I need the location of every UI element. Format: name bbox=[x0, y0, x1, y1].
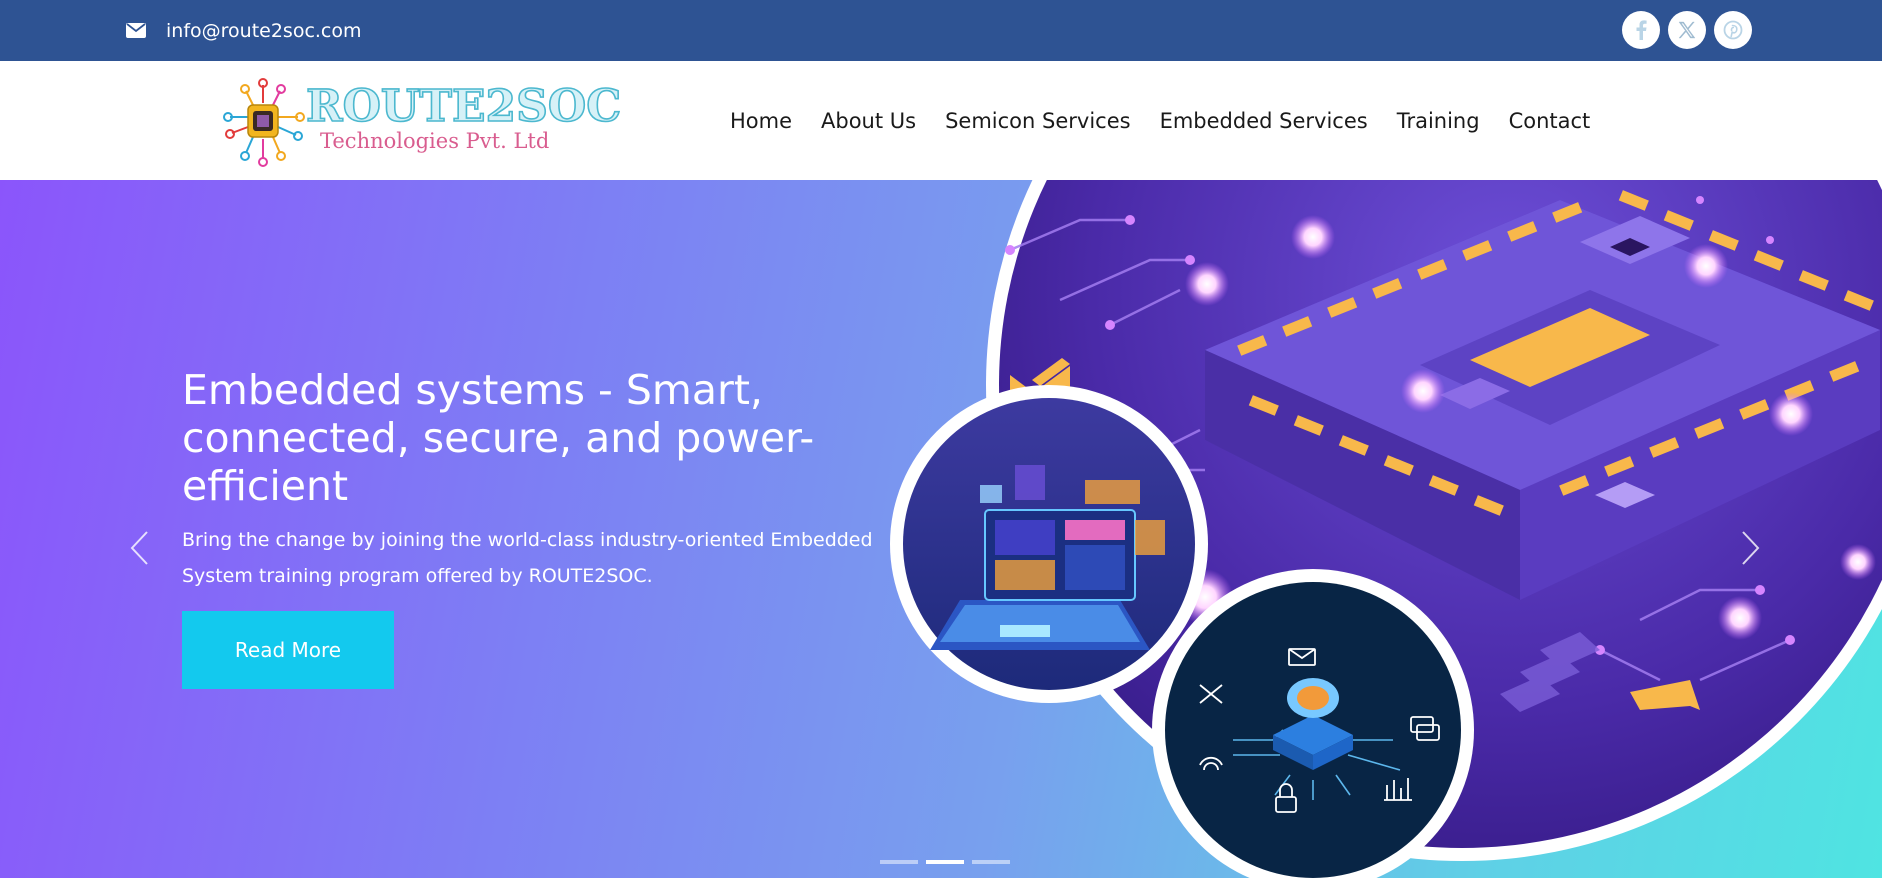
brand-subtitle: Technologies Pvt. Ltd bbox=[320, 129, 550, 153]
nav-about-us[interactable]: About Us bbox=[821, 109, 916, 133]
nav-home[interactable]: Home bbox=[730, 109, 792, 133]
read-more-button[interactable]: Read More bbox=[182, 611, 394, 689]
facebook-link[interactable] bbox=[1622, 11, 1660, 49]
x-link[interactable] bbox=[1668, 11, 1706, 49]
chevron-right-icon bbox=[1742, 531, 1760, 565]
mail-icon bbox=[126, 23, 146, 38]
nav-contact[interactable]: Contact bbox=[1509, 109, 1591, 133]
carousel-next-button[interactable] bbox=[1736, 520, 1766, 576]
nav-semicon-services[interactable]: Semicon Services bbox=[945, 109, 1130, 133]
contact-email[interactable]: info@route2soc.com bbox=[126, 0, 362, 61]
carousel-indicators bbox=[880, 860, 1010, 864]
top-bar: info@route2soc.com bbox=[0, 0, 1882, 61]
chip-logo-icon bbox=[223, 78, 305, 167]
nav-embedded-services[interactable]: Embedded Services bbox=[1160, 109, 1368, 133]
nav-training[interactable]: Training bbox=[1397, 109, 1480, 133]
brand-name: ROUTE2SOC bbox=[305, 80, 622, 133]
x-twitter-icon bbox=[1678, 21, 1696, 39]
main-nav: Home About Us Semicon Services Embedded … bbox=[730, 61, 1590, 180]
carousel-prev-button[interactable] bbox=[124, 520, 154, 576]
pinterest-link[interactable] bbox=[1714, 11, 1752, 49]
hero-title: Embedded systems - Smart, connected, sec… bbox=[182, 366, 815, 510]
hero-description: Bring the change by joining the world-cl… bbox=[182, 529, 873, 587]
carousel-indicator-2[interactable] bbox=[926, 860, 964, 864]
chevron-left-icon bbox=[130, 531, 148, 565]
carousel-indicator-3[interactable] bbox=[972, 860, 1010, 864]
site-header: ROUTE2SOC Technologies Pvt. Ltd Home Abo… bbox=[0, 61, 1882, 180]
email-link[interactable]: info@route2soc.com bbox=[166, 20, 362, 42]
brand-logo[interactable]: ROUTE2SOC Technologies Pvt. Ltd bbox=[222, 77, 622, 167]
facebook-icon bbox=[1636, 20, 1647, 40]
pinterest-icon bbox=[1723, 20, 1743, 40]
social-links bbox=[1622, 11, 1752, 49]
carousel-indicator-1[interactable] bbox=[880, 860, 918, 864]
hero-carousel: Embedded systems - Smart, connected, sec… bbox=[0, 180, 1882, 878]
